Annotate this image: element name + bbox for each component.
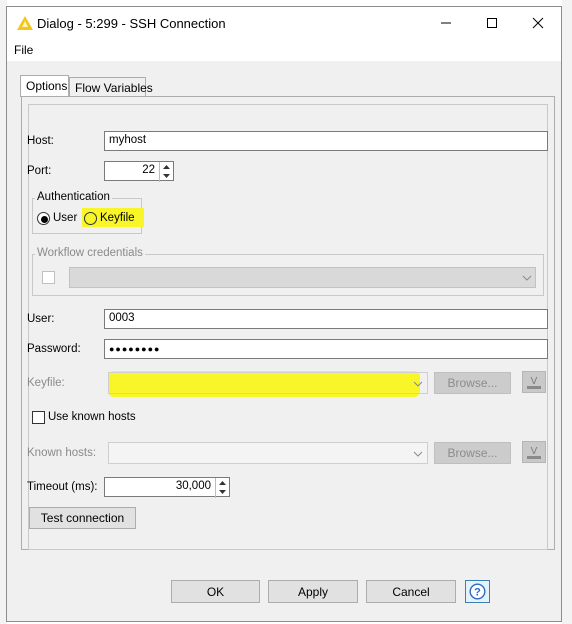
keyfile-browse-button[interactable]: Browse... — [434, 372, 511, 394]
menu-bar: File — [7, 39, 561, 61]
help-button[interactable]: ? — [465, 580, 490, 603]
use-known-hosts-label[interactable]: Use known hosts — [48, 411, 136, 423]
tab-flow-variables[interactable]: Flow Variables — [69, 77, 153, 97]
user-label: User: — [27, 313, 55, 325]
timeout-label: Timeout (ms): — [27, 481, 98, 493]
warning-triangle-icon — [17, 16, 33, 30]
tab-options[interactable]: Options — [20, 75, 69, 97]
apply-button[interactable]: Apply — [268, 580, 358, 603]
workflow-credentials-title: Workflow credentials — [35, 247, 145, 259]
close-button[interactable] — [515, 7, 561, 39]
known-hosts-browse-button[interactable]: Browse... — [434, 442, 511, 464]
cancel-button[interactable]: Cancel — [366, 580, 456, 603]
use-known-hosts-checkbox[interactable] — [32, 411, 45, 424]
chevron-down-icon — [522, 275, 532, 281]
port-label: Port: — [27, 165, 52, 177]
timeout-input[interactable]: 30,000 — [104, 477, 230, 497]
svg-text:V: V — [531, 376, 538, 387]
password-label: Password: — [27, 343, 81, 355]
workflow-credentials-combo[interactable] — [69, 267, 536, 288]
known-hosts-flow-variable-button[interactable]: V — [522, 441, 546, 463]
radio-user-label[interactable]: User — [53, 212, 77, 224]
keyfile-label: Keyfile: — [27, 377, 65, 389]
port-spinner[interactable] — [159, 162, 173, 182]
options-panel: Host: myhost Port: 22 Authentication Use… — [21, 96, 555, 550]
port-value: 22 — [142, 164, 155, 176]
timeout-spinner[interactable] — [215, 478, 229, 498]
test-connection-button[interactable]: Test connection — [29, 507, 136, 529]
dialog-window: Dialog - 5:299 - SSH Connection File Opt… — [6, 6, 562, 622]
spin-up-icon[interactable] — [160, 162, 173, 171]
window-title: Dialog - 5:299 - SSH Connection — [37, 16, 226, 31]
close-icon — [532, 17, 544, 29]
help-icon: ? — [469, 583, 486, 600]
spin-down-icon[interactable] — [216, 487, 229, 496]
menu-file[interactable]: File — [14, 43, 33, 57]
svg-text:V: V — [531, 446, 538, 457]
radio-keyfile-label[interactable]: Keyfile — [100, 212, 135, 224]
radio-keyfile[interactable] — [84, 212, 97, 225]
host-input[interactable]: myhost — [104, 131, 548, 151]
host-label: Host: — [27, 135, 54, 147]
flow-variable-icon: V — [527, 376, 541, 389]
background-right — [562, 0, 572, 624]
keyfile-flow-variable-button[interactable]: V — [522, 371, 546, 393]
minimize-button[interactable] — [423, 7, 469, 39]
flow-variable-icon: V — [527, 446, 541, 459]
maximize-icon — [487, 18, 497, 28]
minimize-icon — [441, 22, 451, 24]
keyfile-combo[interactable] — [108, 372, 428, 394]
authentication-title: Authentication — [35, 191, 112, 203]
chevron-down-icon — [413, 381, 423, 387]
user-input[interactable]: 0003 — [104, 309, 548, 329]
known-hosts-label: Known hosts: — [27, 447, 97, 459]
radio-user[interactable] — [37, 212, 50, 225]
chevron-down-icon — [413, 451, 423, 457]
spin-up-icon[interactable] — [216, 478, 229, 487]
maximize-button[interactable] — [469, 7, 515, 39]
ok-button[interactable]: OK — [171, 580, 260, 603]
spin-down-icon[interactable] — [160, 171, 173, 180]
radio-selected-dot — [41, 216, 48, 223]
svg-text:?: ? — [474, 587, 481, 599]
known-hosts-combo[interactable] — [108, 442, 428, 464]
title-bar[interactable]: Dialog - 5:299 - SSH Connection — [7, 7, 561, 39]
password-input[interactable]: ●●●●●●●● — [104, 339, 548, 359]
workflow-credentials-checkbox[interactable] — [42, 271, 55, 284]
timeout-value: 30,000 — [175, 480, 211, 492]
